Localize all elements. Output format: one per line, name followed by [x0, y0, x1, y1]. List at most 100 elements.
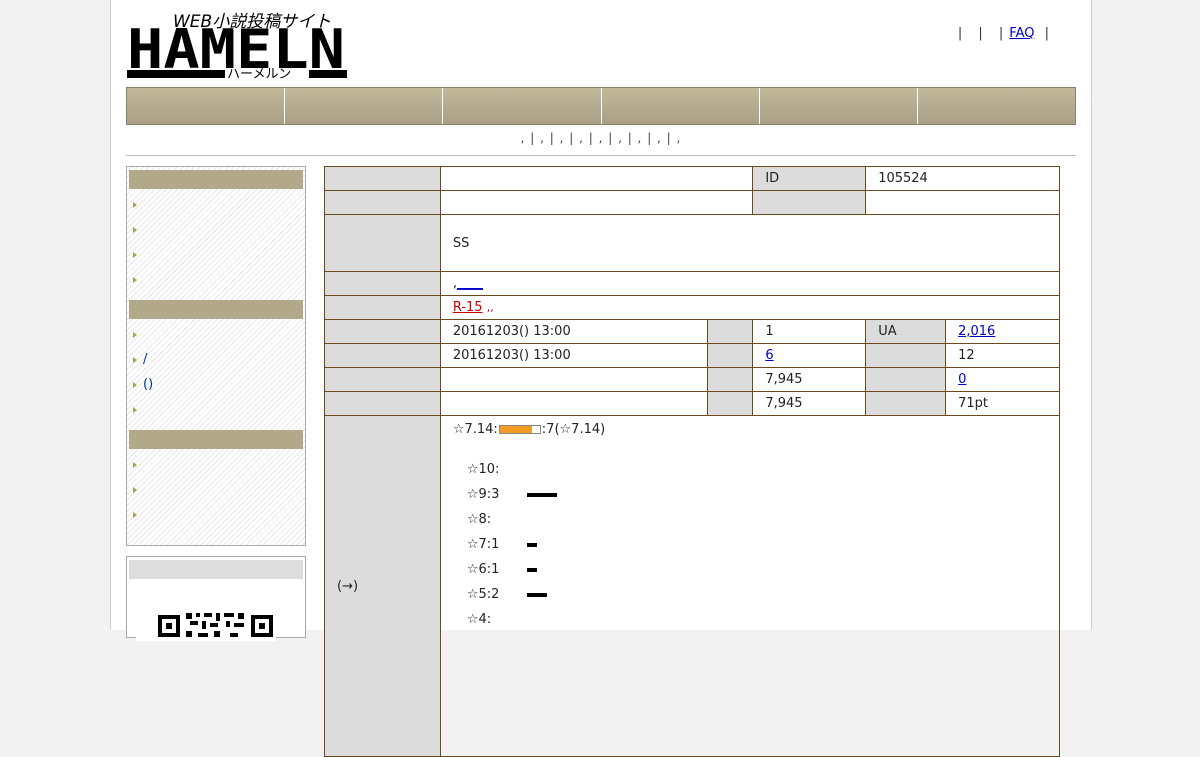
- label-cell: [324, 343, 441, 368]
- label-cell: [324, 190, 441, 215]
- rating-dist-label: ☆8:: [466, 512, 492, 527]
- rating-dist-label: ☆4:: [466, 612, 492, 627]
- rating-bar-fill: [499, 426, 532, 433]
- arrow-icon: [133, 381, 137, 388]
- id-value: 105524: [865, 166, 1060, 191]
- episode-count: 1: [752, 319, 867, 344]
- sidebar-item[interactable]: [133, 452, 305, 477]
- page-container: WEB小説投稿サイト HAMELN ハーメルン | | | FAQ | , | ,…: [110, 0, 1092, 757]
- comments-cell: 0: [945, 367, 1060, 392]
- sidebar-item[interactable]: (): [133, 372, 305, 397]
- sidebar-item[interactable]: [133, 502, 305, 527]
- value-cell: [439, 166, 754, 191]
- nav-item-5[interactable]: [759, 88, 918, 124]
- rating-dist-row: ☆7:1: [467, 532, 1047, 557]
- sidebar-item[interactable]: [133, 192, 305, 217]
- ua-value-link[interactable]: 2,016: [958, 324, 995, 339]
- separator: |: [1044, 26, 1049, 41]
- sub-nav[interactable]: , | , | , | , | , | , | , | , | ,: [126, 131, 1076, 145]
- char-count: 7,945: [752, 367, 867, 392]
- comments-link[interactable]: 0: [958, 372, 966, 387]
- ua-label: UA: [865, 319, 947, 344]
- ua-cell: 2,016: [945, 319, 1060, 344]
- svg-text:ハーメルン: ハーメルン: [227, 67, 291, 80]
- rating-dist-label: ☆5:2: [466, 587, 500, 602]
- arrow-icon: [133, 276, 137, 283]
- label-cell: [707, 367, 754, 392]
- genre-value: SS: [439, 214, 1061, 272]
- rating-dist-row: ☆9:3: [467, 482, 1047, 507]
- arrow-icon: [133, 226, 137, 233]
- rating-cell: ☆7.14::7(☆7.14) ☆10: ☆9:3 ☆8: ☆7:1 ☆6:1 ☆5:2 ☆…: [439, 415, 1061, 757]
- rating-dist-row: ☆5:2: [467, 582, 1047, 607]
- arrow-icon: [133, 251, 137, 258]
- sidebar-list: [127, 192, 305, 292]
- warning-trail: ,,: [486, 301, 494, 314]
- rating-dist-bar: [526, 592, 547, 597]
- sidebar-item[interactable]: [133, 397, 305, 422]
- nav-item-1[interactable]: [127, 88, 286, 124]
- value-cell: [439, 190, 754, 215]
- rating-dist-bar: [526, 567, 537, 572]
- label-cell: [324, 271, 441, 296]
- r15-tag-link[interactable]: R-15: [453, 300, 483, 315]
- first-post-date: 20161203() 13:00: [439, 319, 709, 344]
- qr-box: [126, 556, 306, 641]
- sidebar-list: [127, 452, 305, 527]
- sidebar-item[interactable]: [133, 477, 305, 502]
- rating-prefix: ☆7.14:: [452, 422, 498, 437]
- nav-item-4[interactable]: [601, 88, 760, 124]
- rating-dist-label: ☆7:1: [466, 537, 500, 552]
- rating-dist-label: ☆9:3: [466, 487, 500, 502]
- sidebar-item[interactable]: [133, 217, 305, 242]
- sidebar-item[interactable]: [133, 242, 305, 267]
- rating-bar: [498, 425, 541, 434]
- rating-dist-row: ☆4:: [467, 607, 1047, 632]
- favorites-cell: 6: [752, 343, 867, 368]
- total-points: 71pt: [945, 391, 1060, 416]
- sidebar: / (): [126, 166, 306, 546]
- label-cell: [865, 343, 947, 368]
- label-cell: [865, 391, 947, 416]
- sidebar-section-header: [129, 170, 303, 189]
- faq-link[interactable]: FAQ: [1009, 26, 1034, 41]
- nav-item-6[interactable]: [917, 88, 1076, 124]
- value-cell: [439, 391, 709, 416]
- separator: |: [978, 26, 983, 41]
- warning-cell: R-15 ,,: [439, 295, 1061, 320]
- label-cell: [324, 391, 441, 416]
- value-cell: [865, 190, 1060, 215]
- rating-dist-row: ☆8:: [467, 507, 1047, 532]
- favorites-link[interactable]: 6: [765, 348, 773, 363]
- rating-dist-row: ☆10:: [467, 457, 1047, 482]
- sidebar-item[interactable]: [133, 267, 305, 292]
- sidebar-list: / (): [127, 322, 305, 422]
- hameln-logo[interactable]: WEB小説投稿サイト HAMELN ハーメルン: [127, 10, 347, 80]
- avg-char-count: 7,945: [752, 391, 867, 416]
- sidebar-item[interactable]: [133, 322, 305, 347]
- rating-label: (→): [324, 415, 441, 757]
- label-cell: [865, 367, 947, 392]
- rating-dist-bar: [526, 492, 557, 497]
- nav-item-3[interactable]: [443, 88, 602, 124]
- label-cell: [324, 214, 441, 272]
- tag-link[interactable]: ____: [457, 276, 483, 291]
- rating-summary: ☆7.14::7(☆7.14): [453, 422, 1047, 437]
- arrow-icon: [133, 331, 137, 338]
- sidebar-item[interactable]: /: [133, 347, 305, 372]
- arrow-icon: [133, 486, 137, 493]
- nav-item-2[interactable]: [285, 88, 444, 124]
- label-cell: [752, 190, 867, 215]
- review-count: 12: [945, 343, 1060, 368]
- label-cell: [324, 367, 441, 392]
- arrow-icon: [133, 511, 137, 518]
- arrow-icon: [133, 356, 137, 363]
- separator: |: [957, 26, 963, 41]
- value-cell: [439, 367, 709, 392]
- rating-dist-row: ☆6:1: [467, 557, 1047, 582]
- arrow-icon: [133, 406, 137, 413]
- id-label: ID: [752, 166, 867, 191]
- rating-distribution: ☆10: ☆9:3 ☆8: ☆7:1 ☆6:1 ☆5:2 ☆4:: [467, 457, 1047, 632]
- last-update-date: 20161203() 13:00: [439, 343, 709, 368]
- rating-dist-label: ☆10:: [466, 462, 500, 477]
